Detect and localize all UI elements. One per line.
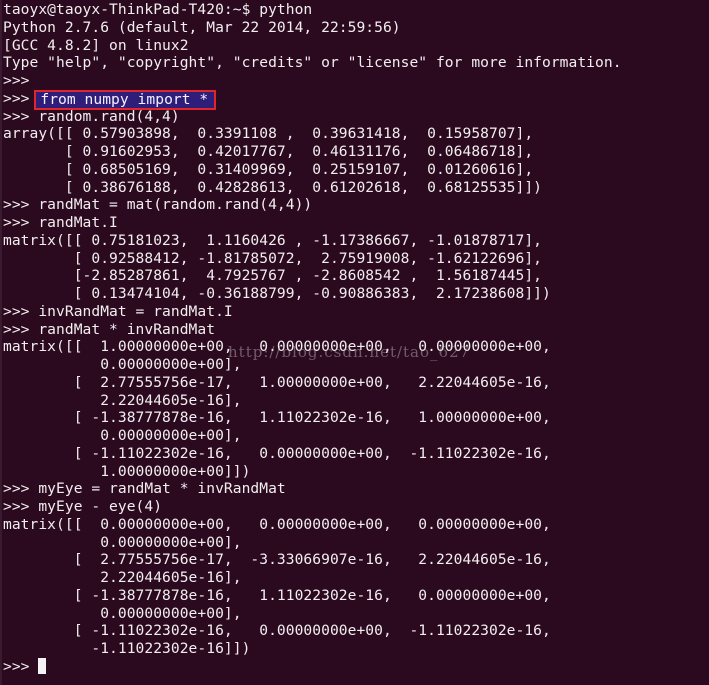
output-line: [ 0.13474104, -0.36188799, -0.90886383, … [3,285,551,302]
input-line: >>> random.rand(4,4) [3,107,180,125]
input-line: >>> myEye - eye(4) [3,498,163,515]
output-line: [ 0.68505169, 0.31409969, 0.25159107, 0.… [3,160,534,178]
highlighted-command-line: >>> from numpy import * [3,89,709,110]
input-line: >>> myEye = randMat * invRandMat [3,480,286,498]
shell-prompt: taoyx@taoyx-ThinkPad-T420:~$ [3,1,260,18]
banner-line: Type "help", "copyright", "credits" or "… [3,54,622,72]
output-line: 2.22044605e-16], [3,391,242,409]
output-line: 0.00000000e+00], [3,533,242,551]
output-line: matrix([[ 1.00000000e+00, 0.00000000e+00… [3,338,551,356]
output-lines: >>> random.rand(4,4) array([[ 0.57903898,… [3,108,709,658]
output-line: 2.22044605e-16], [3,569,242,586]
output-line: [ -1.11022302e-16, 0.00000000e+00, -1.11… [3,444,551,462]
shell-prompt-line: taoyx@taoyx-ThinkPad-T420:~$ python [3,1,709,19]
banner-line: [GCC 4.8.2] on linux2 [3,36,189,54]
input-line: >>> randMat = mat(random.rand(4,4)) [3,196,313,214]
output-line: matrix([[ 0.00000000e+00, 0.00000000e+00… [3,515,551,533]
python-prompt: >>> [3,657,39,675]
output-line: array([[ 0.57903898, 0.3391108 , 0.39631… [3,125,534,143]
output-line: [ -1.38777878e-16, 1.11022302e-16, 0.000… [3,586,551,604]
output-line: [ -1.38777878e-16, 1.11022302e-16, 1.000… [3,409,551,427]
text-cursor[interactable] [38,657,47,674]
output-line: [ 0.92588412, -1.81785072, 2.75919008, -… [3,249,543,267]
output-line: 0.00000000e+00], [3,356,242,373]
input-line: >>> randMat.I [3,214,118,231]
highlighted-command: from numpy import * [34,89,217,110]
python-prompt: >>> [3,89,39,107]
output-line: 0.00000000e+00], [3,604,242,622]
banner-line: Python 2.7.6 (default, Mar 22 2014, 22:5… [3,18,401,36]
output-line: [ 2.77555756e-17, 1.00000000e+00, 2.2204… [3,373,551,391]
python-prompt: >>> [3,72,39,89]
output-line: [ 2.77555756e-17, -3.33066907e-16, 2.220… [3,551,551,569]
output-line: 0.00000000e+00], [3,427,242,444]
output-line: [-2.85287861, 4.7925767 , -2.8608542 , 1… [3,267,543,285]
output-line: [ 0.38676188, 0.42828613, 0.61202618, 0.… [3,178,543,196]
output-line: -1.11022302e-16]]) [3,640,251,657]
window-edge [0,0,2,685]
output-line: [ -1.11022302e-16, 0.00000000e+00, -1.11… [3,622,551,640]
output-line: 1.00000000e+00]]) [3,462,251,480]
shell-command: python [259,1,313,18]
output-line: [ 0.91602953, 0.42017767, 0.46131176, 0.… [3,143,534,160]
current-prompt-line[interactable]: >>> [3,657,709,676]
input-line: >>> randMat * invRandMat [3,320,216,338]
output-line: matrix([[ 0.75181023, 1.1160426 , -1.173… [3,231,543,249]
terminal-window[interactable]: taoyx@taoyx-ThinkPad-T420:~$ python Pyth… [0,0,709,685]
empty-prompt-line: >>> [3,72,709,90]
input-line: >>> invRandMat = randMat.I [3,302,233,320]
